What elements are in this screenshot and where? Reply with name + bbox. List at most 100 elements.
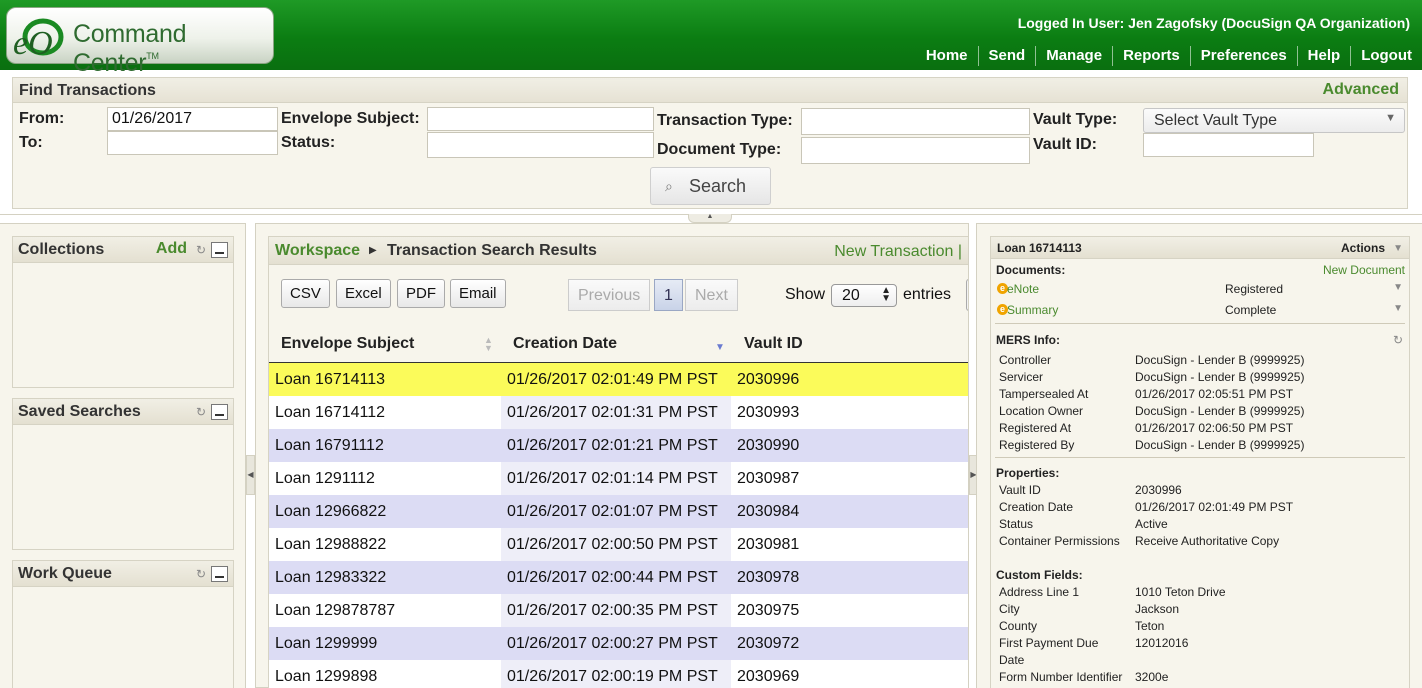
app-logo[interactable]: eO Command CenterTM — [6, 7, 274, 77]
document-row[interactable]: e eNote Registered ▼ — [997, 281, 1405, 299]
pdf-button[interactable]: PDF — [397, 279, 445, 308]
cell-subject: Loan 12983322 — [275, 569, 387, 586]
nav-home[interactable]: Home — [916, 46, 978, 66]
collections-title: Collections — [18, 241, 105, 258]
to-date-input[interactable] — [107, 131, 278, 155]
document-name[interactable]: eNote — [1007, 282, 1039, 296]
minimize-icon[interactable] — [211, 566, 228, 582]
status-input[interactable] — [427, 132, 654, 158]
property-row: Vault ID 2030996 — [999, 483, 1182, 497]
cell-vault: 2030990 — [737, 437, 800, 454]
document-status: Registered — [1225, 282, 1284, 296]
properties-label: Properties: — [996, 466, 1060, 480]
entries-label: entries — [903, 286, 952, 303]
page-1-button[interactable]: 1 — [654, 279, 683, 311]
documents-label: Documents: — [996, 263, 1066, 277]
breadcrumb-workspace[interactable]: Workspace — [275, 242, 360, 260]
collections-header: Collections Add ↻ — [13, 237, 233, 263]
property-row: Creation Date 01/26/2017 02:01:49 PM PST — [999, 500, 1294, 514]
collapse-left-icon[interactable]: ◀ — [246, 455, 255, 495]
minimize-icon[interactable] — [211, 242, 228, 258]
search-button-label: Search — [689, 176, 747, 196]
document-type-input[interactable] — [801, 137, 1030, 164]
col-envelope-subject[interactable]: Envelope Subject — [281, 335, 414, 353]
cell-vault: 2030987 — [737, 470, 800, 487]
find-transactions-panel: Find Transactions Advanced From: 01/26/2… — [12, 77, 1408, 209]
divider — [995, 457, 1405, 458]
cell-vault: 2030972 — [737, 635, 800, 652]
table-row[interactable]: Loan 16714113 01/26/2017 02:01:49 PM PST… — [269, 363, 968, 396]
actions-menu[interactable]: Actions — [1341, 241, 1385, 255]
envelope-subject-input[interactable] — [427, 107, 654, 131]
new-transaction-link[interactable]: New Transaction | — [834, 243, 962, 261]
vault-id-input[interactable] — [1143, 133, 1314, 157]
sort-icon[interactable]: ▲ ▼ — [484, 336, 493, 353]
table-row[interactable]: Loan 1291112 01/26/2017 02:01:14 PM PST … — [269, 462, 968, 495]
cell-date: 01/26/2017 02:00:19 PM PST — [501, 660, 731, 688]
mers-row: Tampersealed At 01/26/2017 02:05:51 PM PS… — [999, 387, 1294, 401]
email-button[interactable]: Email — [450, 279, 506, 308]
custom-field-row: Date — [999, 653, 1025, 667]
refresh-icon[interactable]: ↻ — [196, 243, 206, 257]
col-vault-id[interactable]: Vault ID — [744, 335, 803, 353]
table-row[interactable]: Loan 12966822 01/26/2017 02:01:07 PM PST… — [269, 495, 968, 528]
vault-type-select[interactable]: Select Vault Type ▼ — [1143, 108, 1405, 133]
toolbar-button-partial[interactable] — [966, 279, 968, 311]
cell-date: 01/26/2017 02:00:44 PM PST — [507, 569, 718, 586]
entries-select-value: 20 — [842, 287, 860, 304]
details-panel: Loan 16714113 Actions ▼ Documents: New D… — [990, 236, 1410, 688]
table-row[interactable]: Loan 1299999 01/26/2017 02:00:27 PM PST … — [269, 627, 968, 660]
workspace-column: Workspace ▶ Transaction Search Results N… — [255, 223, 969, 688]
next-page-button[interactable]: Next — [685, 279, 738, 311]
entries-select[interactable]: 20 ▲ ▼ — [831, 284, 897, 307]
collapse-search-icon[interactable]: ▲ — [688, 213, 732, 223]
workspace-header: Workspace ▶ Transaction Search Results N… — [269, 237, 968, 265]
document-name[interactable]: Summary — [1007, 303, 1058, 317]
advanced-link[interactable]: Advanced — [1323, 81, 1399, 99]
table-row[interactable]: Loan 16714112 01/26/2017 02:01:31 PM PST… — [269, 396, 968, 429]
chevron-down-icon[interactable]: ▼ — [1393, 243, 1403, 254]
table-row[interactable]: Loan 12988822 01/26/2017 02:00:50 PM PST… — [269, 528, 968, 561]
minimize-icon[interactable] — [211, 404, 228, 420]
details-title: Loan 16714113 — [997, 241, 1082, 255]
csv-button[interactable]: CSV — [281, 279, 330, 308]
nav-reports[interactable]: Reports — [1112, 46, 1190, 66]
custom-field-row: Form Number Identifier 3200e — [999, 670, 1169, 684]
new-document-link[interactable]: New Document — [1323, 263, 1405, 277]
sort-desc-icon[interactable]: ▼ — [715, 342, 725, 353]
col-creation-date[interactable]: Creation Date — [513, 335, 617, 353]
table-row[interactable]: Loan 129878787 01/26/2017 02:00:35 PM PS… — [269, 594, 968, 627]
nav-send[interactable]: Send — [977, 46, 1036, 66]
transaction-type-input[interactable] — [801, 108, 1030, 135]
logo-mark-text: eO — [13, 25, 53, 62]
search-button[interactable]: ⌕ Search — [650, 167, 771, 205]
nav-manage[interactable]: Manage — [1035, 46, 1112, 66]
cell-date: 01/26/2017 02:01:21 PM PST — [507, 437, 718, 454]
chevron-down-icon[interactable]: ▼ — [1393, 303, 1403, 314]
nav-help[interactable]: Help — [1296, 46, 1351, 66]
excel-button[interactable]: Excel — [336, 279, 391, 308]
refresh-icon[interactable]: ↻ — [196, 405, 206, 419]
status-label: Status: — [281, 134, 336, 151]
table-row[interactable]: Loan 12983322 01/26/2017 02:00:44 PM PST… — [269, 561, 968, 594]
saved-searches-header: Saved Searches ↻ — [13, 399, 233, 425]
from-date-input[interactable]: 01/26/2017 — [107, 107, 278, 131]
chevron-down-icon[interactable]: ▼ — [1393, 282, 1403, 293]
breadcrumb-current: Transaction Search Results — [387, 242, 597, 259]
document-row[interactable]: e Summary Complete ▼ — [997, 302, 1405, 320]
cell-date: 01/26/2017 02:01:14 PM PST — [501, 462, 731, 495]
add-collection-button[interactable]: Add — [156, 240, 187, 258]
refresh-icon[interactable]: ↻ — [1393, 333, 1403, 347]
nav-preferences[interactable]: Preferences — [1189, 46, 1297, 66]
cell-date: 01/26/2017 02:01:49 PM PST — [501, 363, 731, 396]
cell-vault: 2030984 — [737, 503, 800, 520]
top-nav: Home Send Manage Reports Preferences Hel… — [916, 46, 1422, 66]
table-row[interactable]: Loan 16791112 01/26/2017 02:01:21 PM PST… — [269, 429, 968, 462]
cell-vault: 2030969 — [737, 668, 800, 685]
table-row[interactable]: Loan 1299898 01/26/2017 02:00:19 PM PST … — [269, 660, 968, 688]
refresh-icon[interactable]: ↻ — [196, 567, 206, 581]
saved-searches-title: Saved Searches — [18, 403, 141, 420]
cell-date: 01/26/2017 02:00:50 PM PST — [501, 528, 731, 561]
previous-page-button[interactable]: Previous — [568, 279, 651, 311]
nav-logout[interactable]: Logout — [1350, 46, 1422, 66]
